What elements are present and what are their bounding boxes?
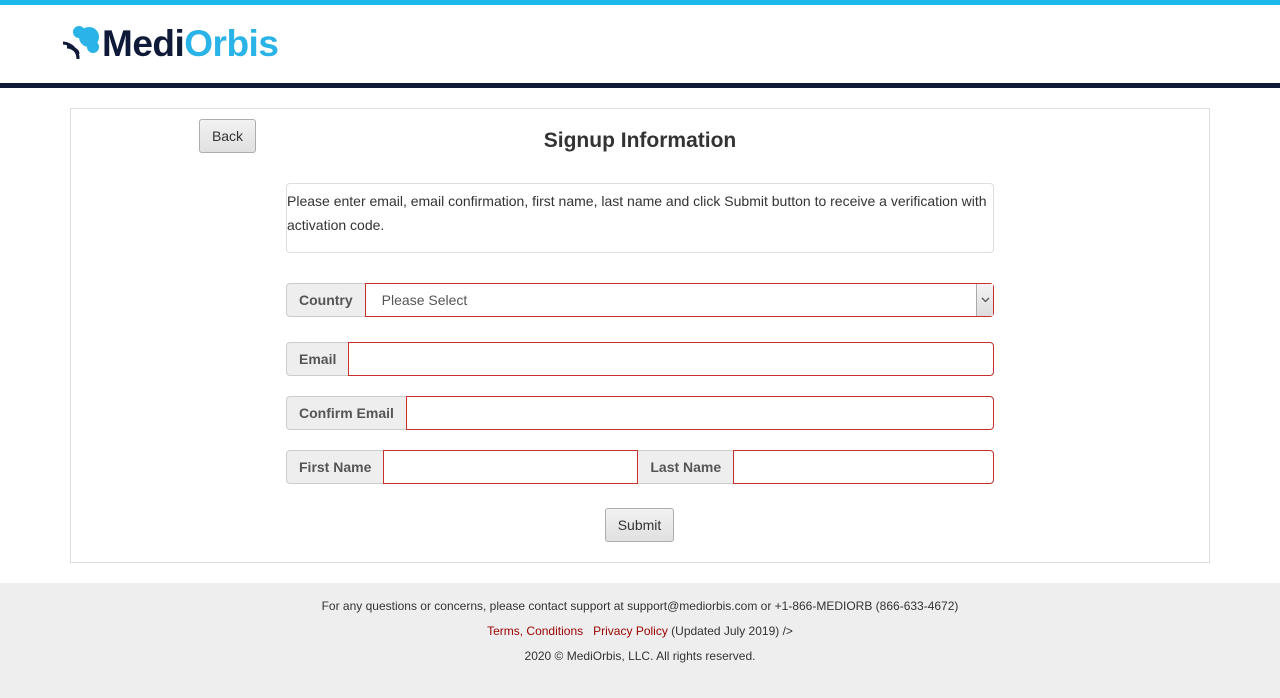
country-select[interactable]: Please Select: [364, 283, 994, 317]
terms-link[interactable]: Terms, Conditions: [487, 624, 583, 638]
email-label: Email: [286, 342, 349, 376]
logo[interactable]: MediOrbis: [62, 23, 279, 66]
last-name-field[interactable]: [733, 450, 994, 484]
logo-orbis: Orbis: [184, 23, 279, 64]
country-row: Country Please Select: [286, 283, 994, 317]
confirm-email-field[interactable]: [405, 396, 994, 430]
email-field[interactable]: [348, 342, 994, 376]
first-name-field[interactable]: [383, 450, 639, 484]
footer-links: Terms, Conditions Privacy Policy (Update…: [0, 623, 1280, 639]
confirm-email-label: Confirm Email: [286, 396, 406, 430]
instructions-box: Please enter email, email confirmation, …: [286, 183, 994, 253]
privacy-policy-link[interactable]: Privacy Policy: [593, 624, 668, 638]
footer: For any questions or concerns, please co…: [0, 583, 1280, 698]
orbis-signal-icon: [62, 23, 100, 66]
country-label: Country: [286, 283, 365, 317]
logo-wordmark: MediOrbis: [102, 23, 279, 64]
country-select-value: Please Select: [381, 292, 468, 308]
footer-copyright: 2020 © MediOrbis, LLC. All rights reserv…: [524, 649, 756, 663]
chevron-down-icon[interactable]: [976, 284, 993, 316]
header-divider: [0, 83, 1280, 88]
email-row: Email: [286, 342, 994, 376]
updated-note: (Updated July 2019) />: [671, 624, 793, 638]
footer-contact: For any questions or concerns, please co…: [321, 599, 959, 613]
last-name-label: Last Name: [638, 450, 734, 484]
name-row: First Name Last Name: [286, 450, 994, 484]
logo-medi: Medi: [102, 23, 185, 64]
page-title: Signup Information: [543, 129, 737, 152]
signup-panel: Back Signup Information Please enter ema…: [70, 108, 1210, 563]
submit-button[interactable]: Submit: [605, 508, 674, 542]
header: MediOrbis: [0, 5, 1280, 83]
first-name-label: First Name: [286, 450, 384, 484]
confirm-email-row: Confirm Email: [286, 396, 994, 430]
